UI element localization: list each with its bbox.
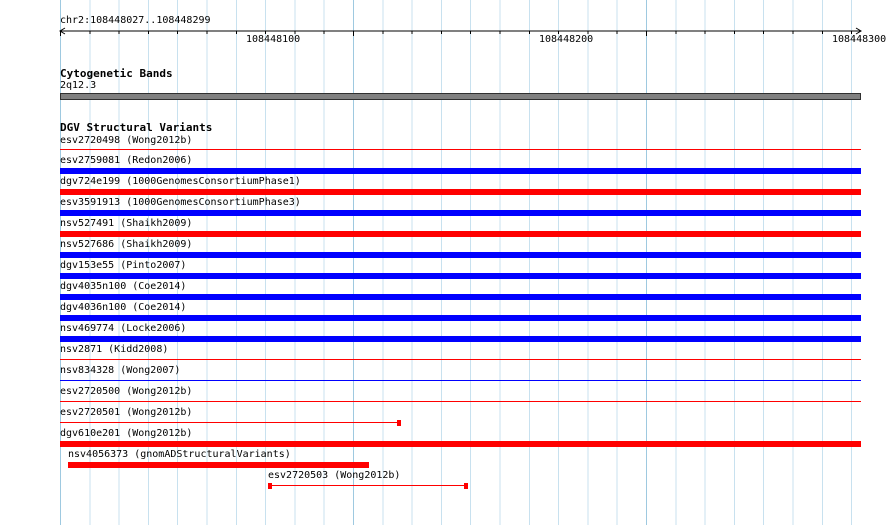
feature-bar[interactable] (60, 336, 861, 342)
track-title-cytogenetic-bands: Cytogenetic Bands (60, 67, 173, 80)
feature-label[interactable]: dgv724e199 (1000GenomesConsortiumPhase1) (60, 176, 301, 188)
feature-bar[interactable] (60, 273, 861, 279)
feature-bar[interactable] (268, 485, 467, 486)
feature-label[interactable]: dgv153e55 (Pinto2007) (60, 260, 186, 272)
feature-label[interactable]: esv2759081 (Redon2006) (60, 155, 192, 167)
feature-bar[interactable] (60, 294, 861, 300)
feature-label[interactable]: esv2720503 (Wong2012b) (268, 470, 400, 482)
feature-bar[interactable] (60, 401, 861, 402)
feature-label[interactable]: esv2720501 (Wong2012b) (60, 407, 192, 419)
band-label: 2q12.3 (60, 80, 97, 91)
feature-bar[interactable] (60, 189, 861, 195)
feature-label[interactable]: nsv4056373 (gnomADStructuralVariants) (68, 449, 291, 461)
feature-bar[interactable] (60, 252, 861, 258)
feature-bar[interactable] (60, 422, 399, 423)
feature-bar[interactable] (60, 359, 861, 360)
feature-bar[interactable] (68, 462, 369, 468)
feature-label[interactable]: nsv834328 (Wong2007) (60, 365, 180, 377)
feature-bar[interactable] (60, 441, 861, 447)
feature-bar[interactable] (60, 380, 861, 381)
feature-label[interactable]: nsv527686 (Shaikh2009) (60, 239, 192, 251)
feature-label[interactable]: esv2720500 (Wong2012b) (60, 386, 192, 398)
feature-bar[interactable] (60, 231, 861, 237)
track-title-dgv-structural-variants: DGV Structural Variants (60, 121, 213, 134)
feature-bar[interactable] (60, 149, 861, 150)
ruler-tick-label: 108448200 (539, 34, 594, 45)
feature-label[interactable]: nsv469774 (Locke2006) (60, 323, 186, 335)
feature-end-marker (397, 420, 401, 426)
feature-bar[interactable] (60, 210, 861, 216)
feature-end-marker (464, 483, 468, 489)
ruler-tick-label: 108448100 (246, 34, 301, 45)
feature-label[interactable]: dgv610e201 (Wong2012b) (60, 428, 192, 440)
ruler-tick-label: 108448300 (832, 34, 887, 45)
feature-bar[interactable] (60, 315, 861, 321)
feature-label[interactable]: nsv2871 (Kidd2008) (60, 344, 168, 356)
feature-label[interactable]: dgv4035n100 (Coe2014) (60, 281, 186, 293)
feature-bar[interactable] (60, 168, 861, 174)
feature-label[interactable]: nsv527491 (Shaikh2009) (60, 218, 192, 230)
location-label: chr2:108448027..108448299 (60, 15, 211, 26)
feature-label[interactable]: esv2720498 (Wong2012b) (60, 135, 192, 147)
feature-label[interactable]: esv3591913 (1000GenomesConsortiumPhase3) (60, 197, 301, 209)
feature-label[interactable]: dgv4036n100 (Coe2014) (60, 302, 186, 314)
cytoband-bar[interactable] (60, 93, 861, 100)
feature-end-marker (268, 483, 272, 489)
